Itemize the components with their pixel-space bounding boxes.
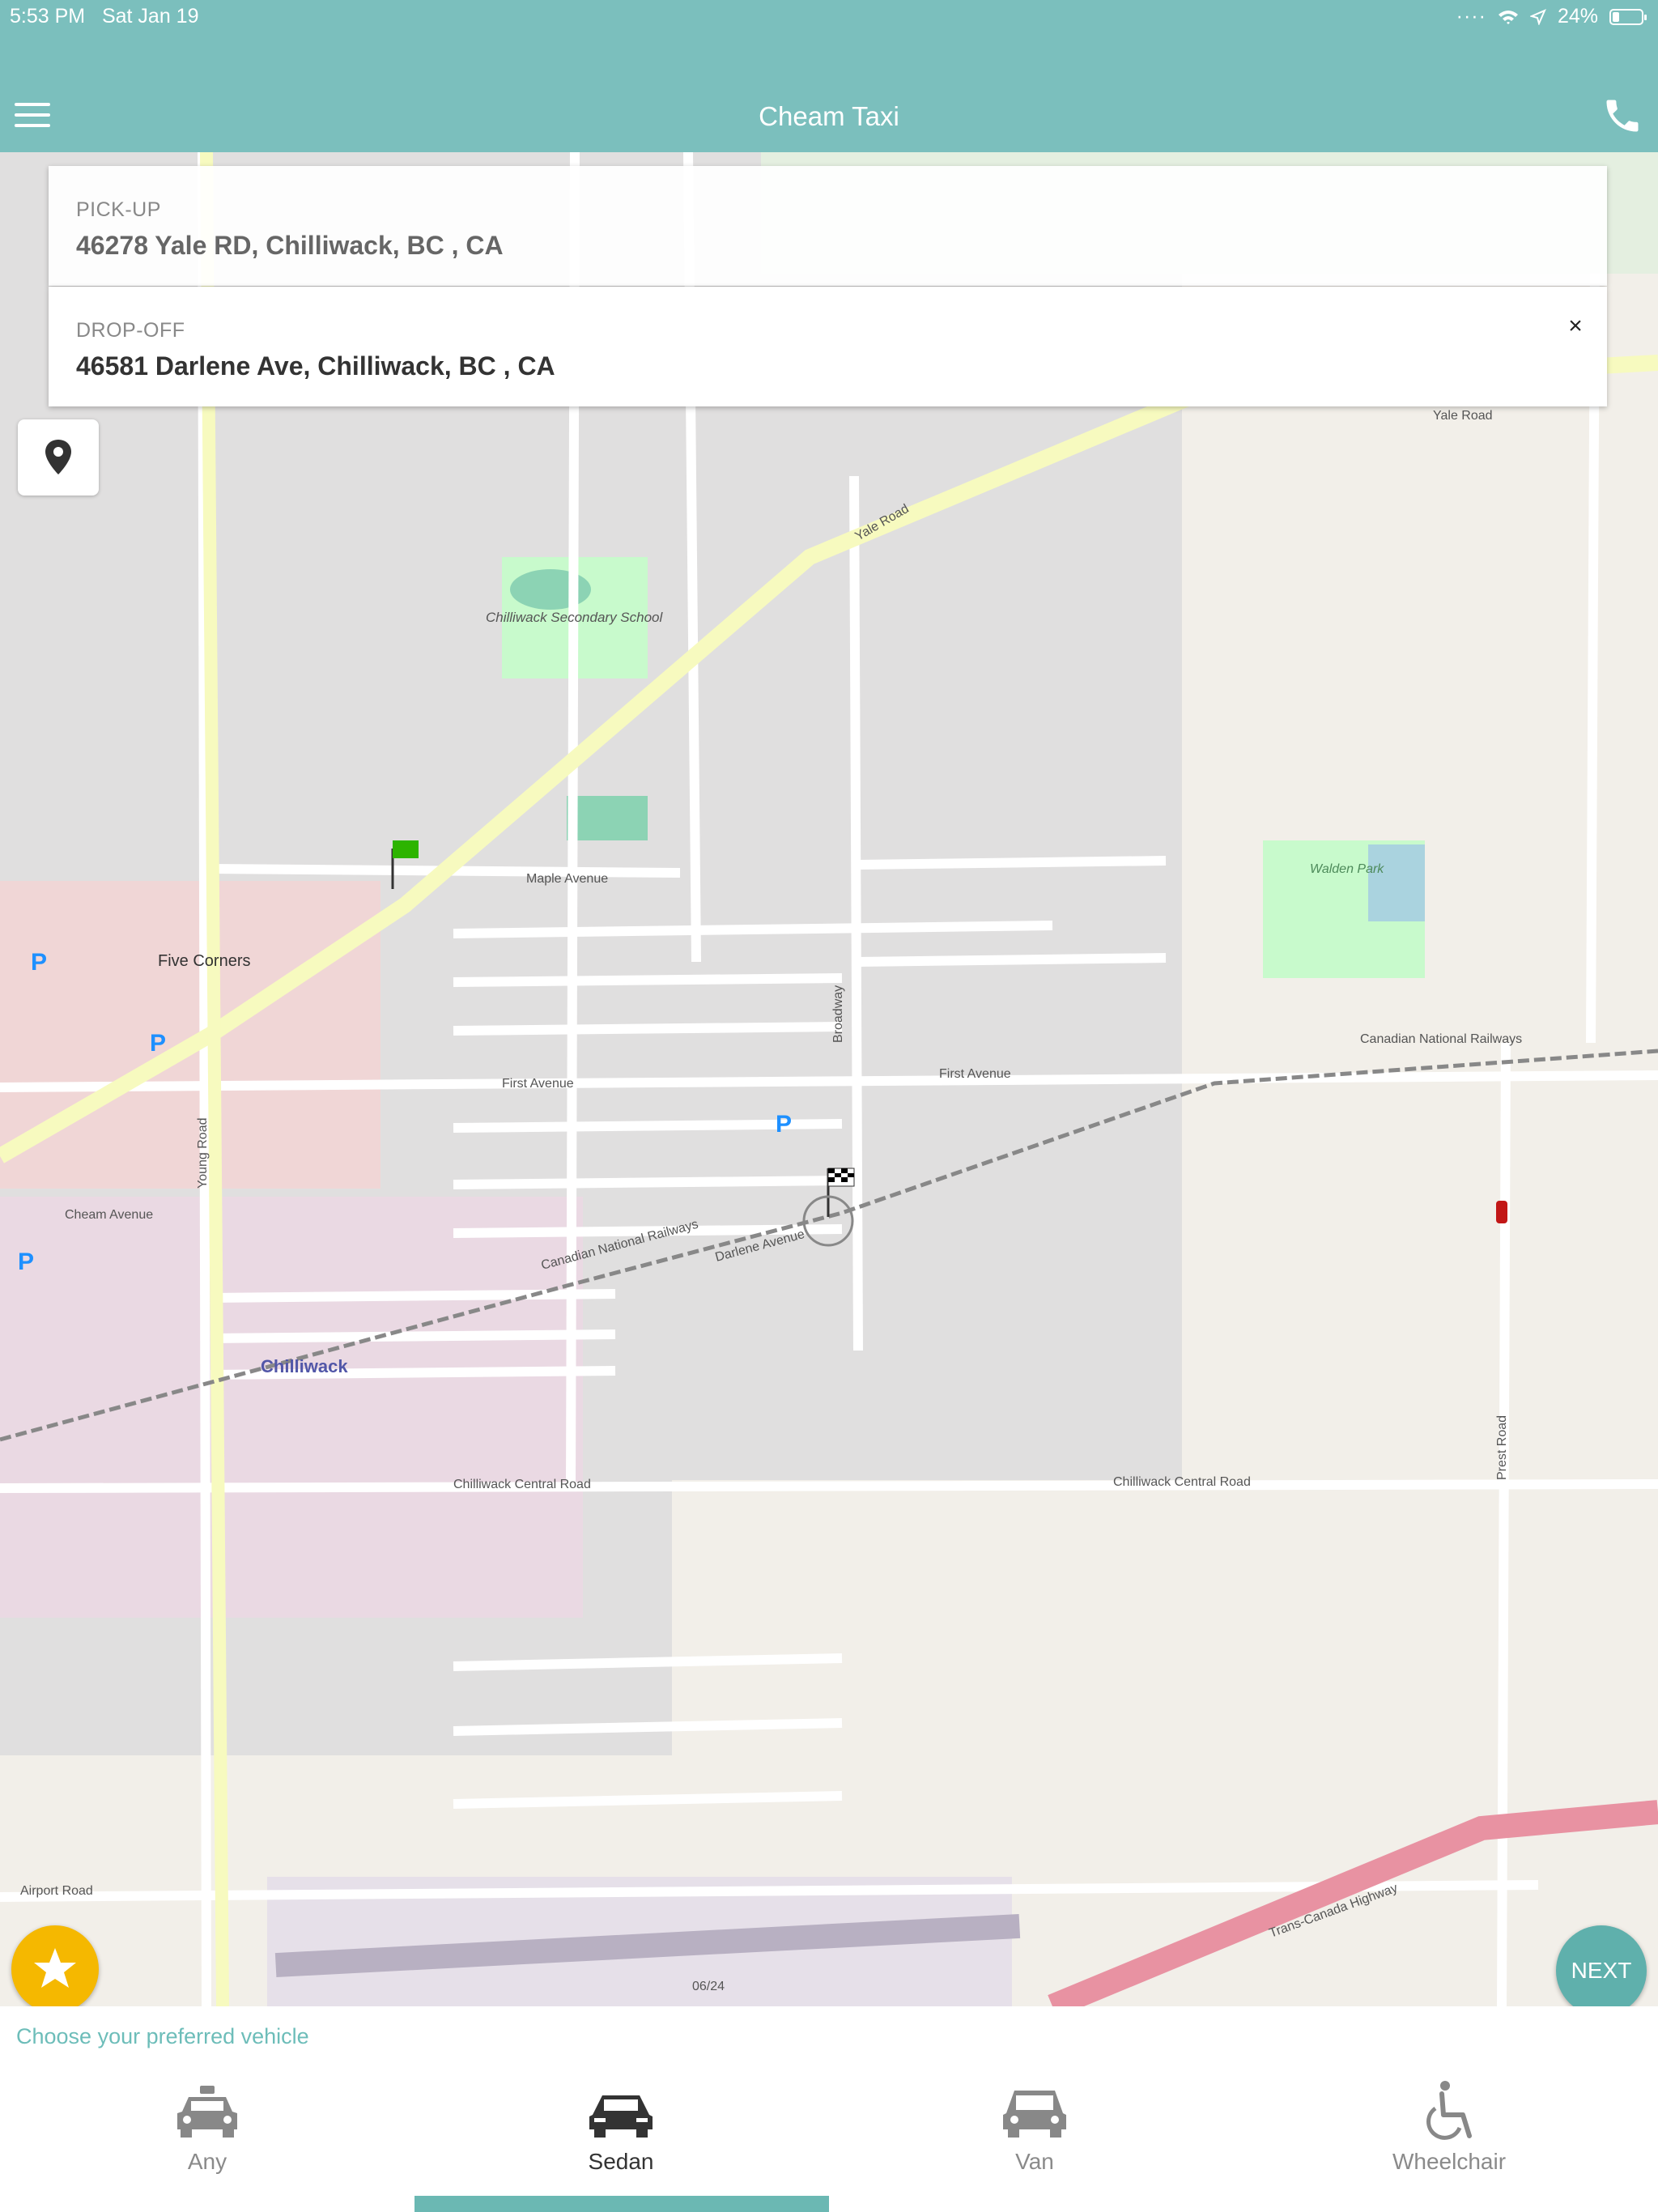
vehicle-chooser: Choose your preferred vehicle Any Sedan … [0, 2006, 1658, 2212]
school-track [510, 569, 591, 610]
wifi-icon [1498, 10, 1518, 24]
map-label-first-avenue: First Avenue [502, 1077, 574, 1091]
map-label-railways: Canadian National Railways [1360, 1032, 1522, 1046]
vehicle-label-wheelchair: Wheelchair [1392, 2149, 1507, 2174]
pickup-card[interactable]: PICK-UP 46278 Yale RD, Chilliwack, BC , … [49, 166, 1607, 286]
taxi-icon [177, 2086, 237, 2138]
map-label-young-road: Young Road [196, 1118, 210, 1189]
commercial-area [0, 1197, 583, 1618]
map-canvas: P P P P Yale Road Yale Road Five Corners… [0, 152, 1658, 2006]
battery-percent: 24% [1557, 5, 1598, 28]
parking-icon: P [31, 949, 47, 976]
status-indicators: ···· 24% [1456, 5, 1647, 28]
vehicle-option-wheelchair[interactable]: Wheelchair [1328, 2079, 1571, 2193]
map-label-yale-road: Yale Road [1433, 409, 1493, 423]
map-label-broadway: Broadway [831, 985, 845, 1043]
app-title: Cheam Taxi [759, 101, 899, 131]
map-label-maple-avenue: Maple Avenue [526, 872, 608, 886]
map-label-school: Chilliwack Secondary School [486, 610, 663, 625]
locate-button[interactable] [18, 419, 99, 496]
map-label-prest-road: Prest Road [1495, 1415, 1509, 1480]
map-view[interactable]: P P P P Yale Road Yale Road Five Corners… [0, 152, 1658, 2006]
map-label-chilliwack-central-road: Chilliwack Central Road [1113, 1475, 1251, 1489]
parking-icon: P [776, 1111, 792, 1138]
phone-icon[interactable] [1601, 95, 1643, 137]
dropoff-address[interactable]: 46581 Darlene Ave, Chilliwack, BC , CA [76, 351, 555, 381]
van-icon [1003, 2091, 1066, 2138]
status-time: 5:53 PM Sat Jan 19 [10, 5, 199, 28]
battery-icon [1609, 8, 1647, 25]
dropoff-card[interactable]: DROP-OFF 46581 Darlene Ave, Chilliwack, … [49, 287, 1607, 406]
vehicle-label-any: Any [187, 2149, 227, 2174]
pond [1368, 844, 1425, 921]
next-button[interactable]: NEXT [1556, 1925, 1647, 2016]
pickup-caption: PICK-UP [76, 198, 161, 221]
signal-dots-icon: ···· [1456, 5, 1486, 28]
map-label-chilliwack: Chilliwack [261, 1356, 348, 1376]
status-bar: 5:53 PM Sat Jan 19 ···· 24% [0, 0, 1658, 36]
map-label-first-avenue: First Avenue [939, 1067, 1011, 1081]
map-label-airport-road: Airport Road [20, 1884, 93, 1898]
vehicle-prompt: Choose your preferred vehicle [16, 2024, 309, 2048]
star-icon [34, 1948, 76, 1988]
parking-icon: P [18, 1249, 34, 1275]
map-label-cheam-avenue: Cheam Avenue [65, 1208, 153, 1222]
taxi-marker [1496, 1201, 1507, 1223]
sedan-icon [589, 2095, 653, 2138]
sports-field [567, 796, 648, 840]
dropoff-caption: DROP-OFF [76, 319, 185, 342]
vehicle-option-sedan[interactable]: Sedan [500, 2079, 742, 2193]
nav-bar: Cheam Taxi [0, 36, 1658, 152]
map-label-chilliwack-central-road: Chilliwack Central Road [453, 1478, 591, 1491]
wheelchair-icon [1426, 2081, 1472, 2140]
location-arrow-icon [1529, 8, 1546, 25]
vehicle-option-any[interactable]: Any [86, 2079, 329, 2193]
vehicle-label-van: Van [1015, 2149, 1054, 2174]
location-pin-icon [45, 440, 71, 474]
map-label-five-corners: Five Corners [158, 952, 250, 970]
parking-icon: P [150, 1030, 166, 1057]
map-label-walden-park: Walden Park [1310, 862, 1384, 876]
commercial-area [0, 881, 380, 1189]
vehicle-option-van[interactable]: Van [913, 2079, 1156, 2193]
land-east [1182, 379, 1658, 2006]
vehicle-label-sedan: Sedan [588, 2149, 654, 2174]
clear-dropoff-icon[interactable]: × [1563, 314, 1588, 338]
favorites-button[interactable] [11, 1925, 99, 2013]
vehicle-selection-indicator [414, 2196, 829, 2212]
pickup-address[interactable]: 46278 Yale RD, Chilliwack, BC , CA [76, 231, 504, 261]
map-label-runway: 06/24 [692, 1980, 725, 1993]
